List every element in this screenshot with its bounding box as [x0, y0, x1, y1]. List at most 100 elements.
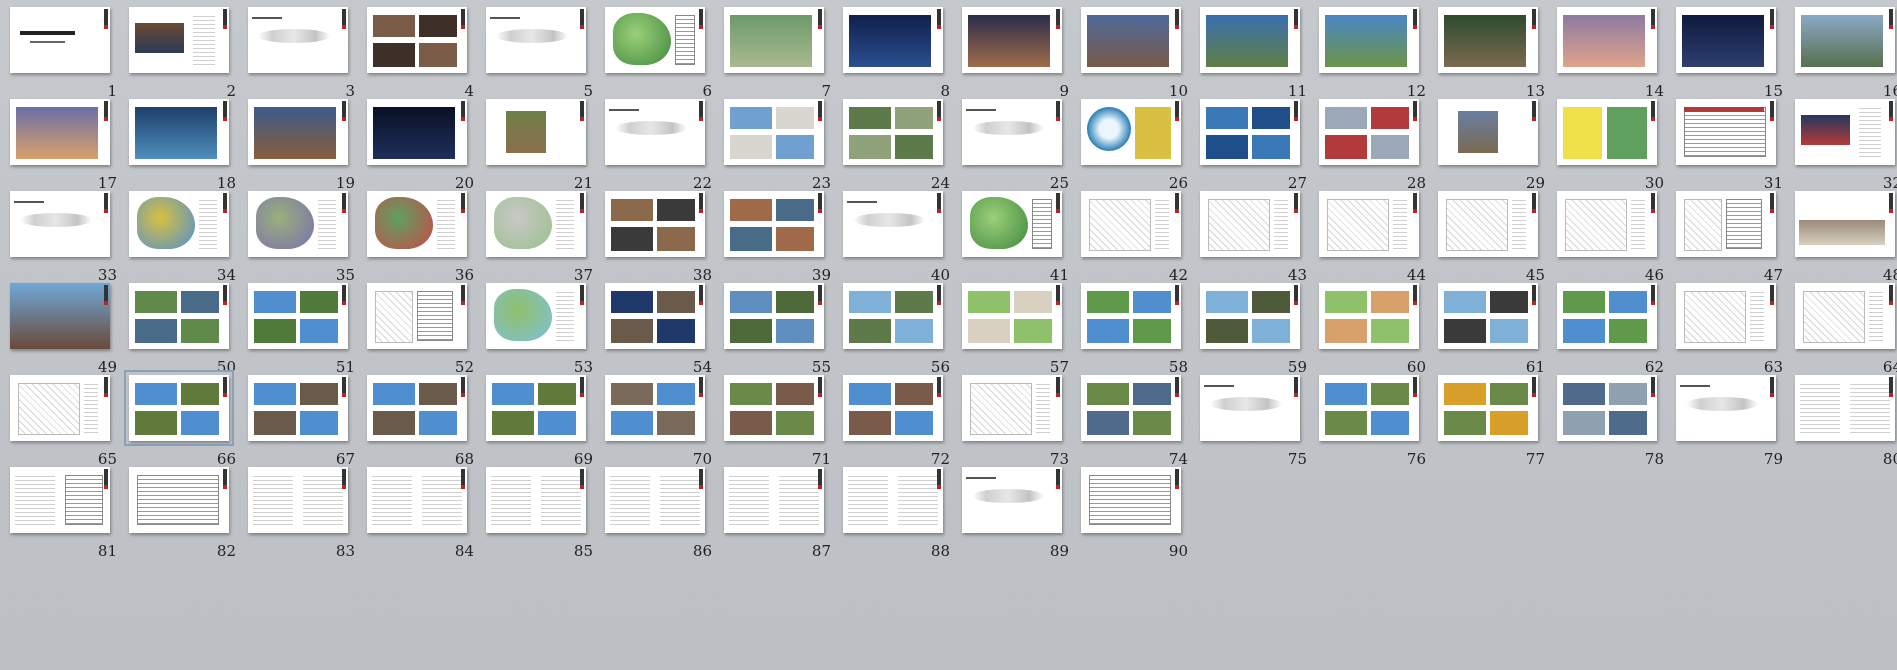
- slide-preview: [605, 7, 705, 73]
- slide-title-bar: [20, 31, 75, 35]
- slide-tab-accent: [580, 25, 584, 29]
- slide-preview: [1081, 467, 1181, 533]
- slide-tab-marker: [1532, 9, 1536, 25]
- slide-number: 13: [1525, 82, 1545, 100]
- slide-thumbnail[interactable]: 79: [1676, 375, 1795, 486]
- slide-tab-accent: [342, 393, 346, 397]
- slide-number: 70: [692, 450, 712, 468]
- slide-number: 77: [1525, 450, 1545, 468]
- slide-thumbnail[interactable]: 88: [843, 467, 962, 578]
- slide-tab-marker: [1056, 9, 1060, 25]
- slide-tab-accent: [1889, 25, 1893, 29]
- slide-photo: [373, 107, 455, 159]
- slide-photo: [611, 227, 653, 251]
- slide-tab-accent: [580, 393, 584, 397]
- slide-thumbnail[interactable]: 80: [1795, 375, 1897, 486]
- slide-thumbnail[interactable]: 89: [962, 467, 1081, 578]
- slide-tab-accent: [1770, 393, 1774, 397]
- slide-photo: [1325, 411, 1367, 435]
- slide-title-bar: [1204, 385, 1234, 387]
- slide-photo: [895, 107, 933, 129]
- slide-thumbnail[interactable]: 82: [129, 467, 248, 578]
- slide-photo: [1133, 411, 1171, 435]
- slide-text-block: [1750, 289, 1764, 343]
- slide-tab-accent: [1413, 393, 1417, 397]
- slide-preview: [129, 467, 229, 533]
- slide-tab-marker: [104, 469, 108, 485]
- slide-preview: [724, 7, 824, 73]
- slide-number: 59: [1287, 358, 1307, 376]
- slide-thumbnail[interactable]: 85: [486, 467, 605, 578]
- slide-text-block: [318, 197, 336, 251]
- slide-preview: [10, 467, 110, 533]
- slide-tab-marker: [818, 469, 822, 485]
- floor-plan: [1565, 199, 1627, 251]
- slide-photo: [611, 411, 653, 435]
- slide-tab-accent: [937, 209, 941, 213]
- slide-photo: [730, 135, 772, 159]
- slide-thumbnail[interactable]: 87: [724, 467, 843, 578]
- slide-number: 68: [454, 450, 474, 468]
- slide-thumbnail[interactable]: 75: [1200, 375, 1319, 486]
- slide-photo: [373, 411, 415, 435]
- slide-tab-marker: [1413, 377, 1417, 393]
- slide-thumbnail[interactable]: 83: [248, 467, 367, 578]
- slide-number: 8: [940, 82, 950, 100]
- slide-photo: [1135, 107, 1171, 159]
- slide-text-block: [1274, 197, 1288, 251]
- slide-photo: [730, 107, 772, 129]
- slide-photo: [730, 15, 812, 67]
- slide-number: 32: [1882, 174, 1897, 192]
- slide-tab-marker: [1532, 101, 1536, 117]
- slide-text-block: [1631, 197, 1645, 251]
- slide-preview: [1557, 191, 1657, 257]
- slide-photo: [1325, 291, 1367, 313]
- slide-thumbnail[interactable]: 84: [367, 467, 486, 578]
- slide-thumbnail[interactable]: 77: [1438, 375, 1557, 486]
- slide-tab-accent: [104, 301, 108, 305]
- slide-photo: [776, 227, 814, 251]
- slide-tab-accent: [223, 209, 227, 213]
- slide-preview: [843, 283, 943, 349]
- slide-photo: [1371, 135, 1409, 159]
- slide-photo: [611, 199, 653, 221]
- floor-plan: [1684, 199, 1722, 251]
- slide-tab-accent: [461, 25, 465, 29]
- slide-tab-accent: [1056, 301, 1060, 305]
- slide-number: 87: [811, 542, 831, 560]
- slide-tab-accent: [1532, 25, 1536, 29]
- slide-tab-accent: [818, 393, 822, 397]
- slide-photo: [1325, 135, 1367, 159]
- slide-preview: [486, 191, 586, 257]
- slide-number: 39: [811, 266, 831, 284]
- slide-tab-marker: [223, 9, 227, 25]
- slide-number: 48: [1882, 266, 1897, 284]
- slide-number: 30: [1644, 174, 1664, 192]
- slide-preview: [1081, 283, 1181, 349]
- slide-photo: [1206, 319, 1248, 343]
- slide-photo: [1133, 319, 1171, 343]
- floor-plan: [1446, 199, 1508, 251]
- slide-tab-accent: [699, 117, 703, 121]
- slide-number: 14: [1644, 82, 1664, 100]
- slide-text-block: [898, 473, 938, 527]
- slide-number: 47: [1763, 266, 1783, 284]
- slide-tab-accent: [1651, 117, 1655, 121]
- slide-photo: [16, 107, 98, 159]
- slide-thumbnail[interactable]: 81: [10, 467, 129, 578]
- slide-photo: [1458, 111, 1498, 153]
- slide-preview: [10, 283, 110, 349]
- slide-tab-marker: [1413, 285, 1417, 301]
- slide-preview: [129, 283, 229, 349]
- slide-number: 9: [1059, 82, 1069, 100]
- slide-number: 16: [1882, 82, 1897, 100]
- slide-thumbnail[interactable]: 90: [1081, 467, 1200, 578]
- slide-thumbnail[interactable]: 78: [1557, 375, 1676, 486]
- slide-thumbnail[interactable]: 76: [1319, 375, 1438, 486]
- slide-tab-accent: [104, 393, 108, 397]
- slide-tab-marker: [1889, 377, 1893, 393]
- slide-number: 76: [1406, 450, 1426, 468]
- slide-photo: [730, 319, 772, 343]
- slide-text-block: [610, 473, 650, 527]
- slide-thumbnail[interactable]: 86: [605, 467, 724, 578]
